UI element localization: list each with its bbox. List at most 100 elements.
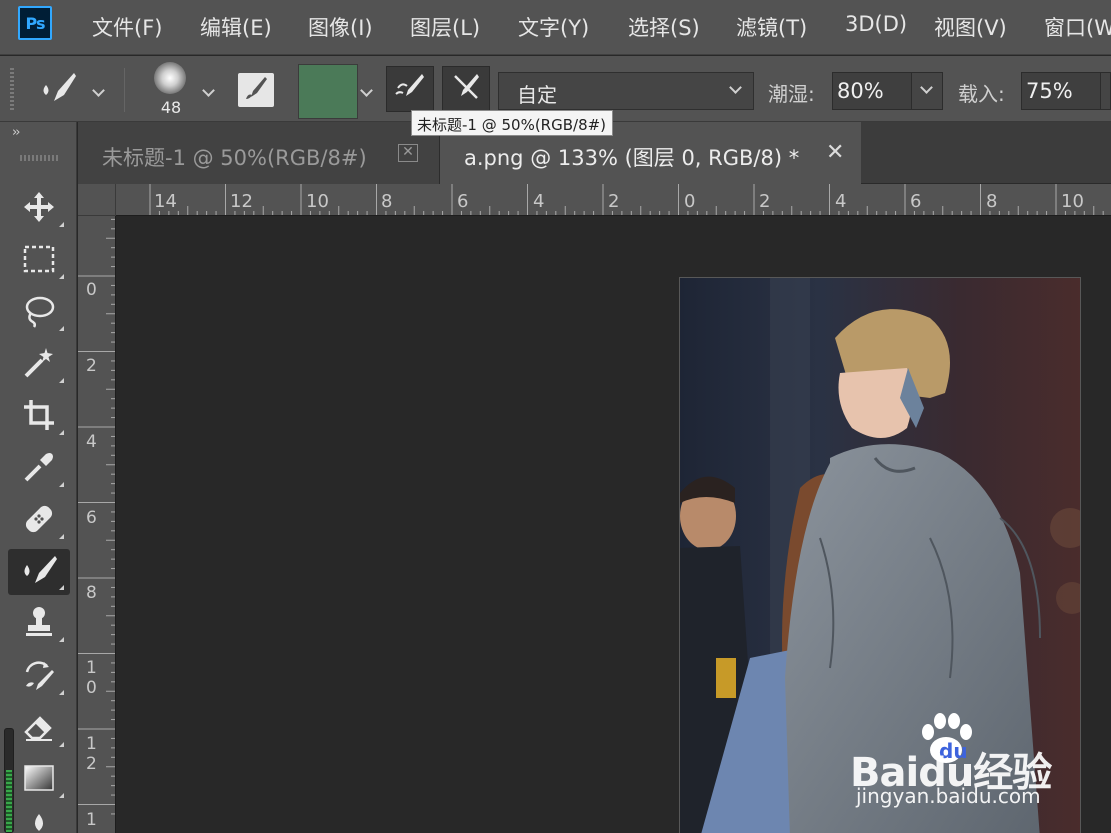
tool-eyedropper[interactable] <box>8 446 70 492</box>
ruler-label: 6 <box>457 191 469 212</box>
separator <box>124 68 125 112</box>
eyedropper-tool-icon <box>22 450 56 488</box>
blur-tool-icon <box>24 808 54 833</box>
mix-preset-select[interactable]: 自定 <box>498 72 754 110</box>
brush-picker-chevron-icon[interactable] <box>202 84 215 97</box>
brush-panel-icon <box>243 75 269 105</box>
menu-window[interactable]: 窗口(W) <box>1044 12 1111 42</box>
healing-brush-tool-icon <box>22 502 56 540</box>
vertical-ruler[interactable]: 0 2 4 6 8 10 12 1 <box>78 216 116 833</box>
crop-tool-icon <box>22 398 56 436</box>
scroll-meter[interactable] <box>4 728 14 833</box>
ruler-label: 14 <box>154 191 177 212</box>
mix-preset-value: 自定 <box>517 83 557 107</box>
clean-brush-button[interactable] <box>442 66 490 112</box>
ruler-label: 2 <box>608 191 620 212</box>
ruler-origin[interactable] <box>78 184 116 216</box>
tool-preset-dropdown-chevron-icon[interactable] <box>92 84 105 97</box>
photoshop-logo-icon: Ps <box>18 6 52 40</box>
ruler-label: 2 <box>86 356 97 376</box>
tool-flyout-corner-icon <box>59 585 64 590</box>
tool-flyout-corner-icon <box>59 793 64 798</box>
tab-tooltip: 未标题-1 @ 50%(RGB/8#) <box>411 110 614 136</box>
magic-wand-tool-icon <box>22 346 56 384</box>
tool-move[interactable] <box>8 186 70 232</box>
marquee-tool-icon <box>22 244 56 278</box>
ruler-label: 8 <box>86 583 97 603</box>
ruler-label: 0 <box>684 191 696 212</box>
menu-3d[interactable]: 3D(D) <box>845 12 907 36</box>
brush-settings-panel-toggle[interactable] <box>238 73 274 107</box>
horizontal-ruler[interactable]: 14 12 10 8 6 4 2 0 2 4 6 8 10 <box>116 184 1111 216</box>
eraser-tool-icon <box>22 712 56 746</box>
tool-gradient[interactable] <box>8 757 70 803</box>
mixer-brush-tool-icon <box>20 553 58 591</box>
ruler-label: 6 <box>86 508 97 528</box>
tool-clone-stamp[interactable] <box>8 601 70 647</box>
tool-flyout-corner-icon <box>59 378 64 383</box>
load-input[interactable]: 75% <box>1021 72 1101 110</box>
menu-layer[interactable]: 图层(L) <box>410 12 480 42</box>
ruler-label: 6 <box>910 191 922 212</box>
gradient-tool-icon <box>22 763 56 797</box>
ruler-label: 0 <box>86 280 97 300</box>
ruler-label: 4 <box>533 191 545 212</box>
tool-lasso[interactable] <box>8 290 70 336</box>
baidu-watermark: du Baidu经验 jingyan.baidu.com <box>850 712 1070 812</box>
tool-history-brush[interactable] <box>8 654 70 700</box>
tab-untitled-1[interactable]: 未标题-1 @ 50%(RGB/8#) ✕ <box>78 122 440 184</box>
menu-type[interactable]: 文字(Y) <box>518 12 589 42</box>
brush-size-value: 48 <box>160 98 182 117</box>
color-swatch-chevron-icon[interactable] <box>360 84 373 97</box>
menu-filter[interactable]: 滤镜(T) <box>736 12 807 42</box>
collapse-panel-icon[interactable]: ›› <box>12 125 21 140</box>
tab-close-icon[interactable]: ✕ <box>398 144 418 162</box>
lasso-tool-icon <box>22 294 56 332</box>
menu-select[interactable]: 选择(S) <box>628 12 700 42</box>
tool-flyout-corner-icon <box>59 534 64 539</box>
wet-dropdown[interactable] <box>911 72 943 110</box>
brush-tip-preview-icon[interactable] <box>154 62 186 94</box>
options-bar-grip[interactable] <box>10 68 14 110</box>
tools-panel-grip[interactable] <box>20 155 58 161</box>
tool-mixer-brush[interactable] <box>8 549 70 595</box>
wet-chevron-icon <box>920 81 933 94</box>
ruler-label: 4 <box>86 432 97 452</box>
tool-flyout-corner-icon <box>59 742 64 747</box>
tool-healing-brush[interactable] <box>8 498 70 544</box>
load-dropdown[interactable] <box>1100 72 1111 110</box>
tool-flyout-corner-icon <box>59 482 64 487</box>
load-label: 载入: <box>958 82 1005 106</box>
watermark-url: jingyan.baidu.com <box>856 784 1041 808</box>
menu-file[interactable]: 文件(F) <box>92 12 162 42</box>
clean-brush-icon <box>451 72 481 106</box>
tool-flyout-corner-icon <box>59 274 64 279</box>
wet-input[interactable]: 80% <box>832 72 912 110</box>
menu-edit[interactable]: 编辑(E) <box>200 12 272 42</box>
tool-preset-picker[interactable] <box>34 72 82 108</box>
tool-marquee[interactable] <box>8 238 70 284</box>
tool-flyout-corner-icon <box>59 690 64 695</box>
ruler-label: 10 <box>306 191 329 212</box>
preset-select-chevron-icon <box>729 81 742 94</box>
tab-close-icon[interactable]: ✕ <box>826 140 844 165</box>
tool-magic-wand[interactable] <box>8 342 70 388</box>
load-brush-icon <box>394 72 426 106</box>
ruler-label: 10 <box>86 658 97 698</box>
tool-crop[interactable] <box>8 394 70 440</box>
menu-image[interactable]: 图像(I) <box>308 12 373 42</box>
history-brush-tool-icon <box>22 658 56 696</box>
tool-eraser[interactable] <box>8 706 70 752</box>
tab-label: 未标题-1 @ 50%(RGB/8#) <box>102 146 367 170</box>
menu-view[interactable]: 视图(V) <box>934 12 1007 42</box>
tool-blur[interactable] <box>8 808 70 833</box>
tab-label: a.png @ 133% (图层 0, RGB/8) * <box>464 146 800 170</box>
ruler-label: 4 <box>835 191 847 212</box>
ruler-label: 8 <box>986 191 998 212</box>
wet-label: 潮湿: <box>768 82 815 106</box>
load-brush-button[interactable] <box>386 66 434 112</box>
ruler-label: 1 <box>86 810 97 830</box>
mixer-brush-icon <box>38 71 78 109</box>
clone-stamp-tool-icon <box>22 605 56 643</box>
current-color-swatch[interactable] <box>298 64 358 119</box>
